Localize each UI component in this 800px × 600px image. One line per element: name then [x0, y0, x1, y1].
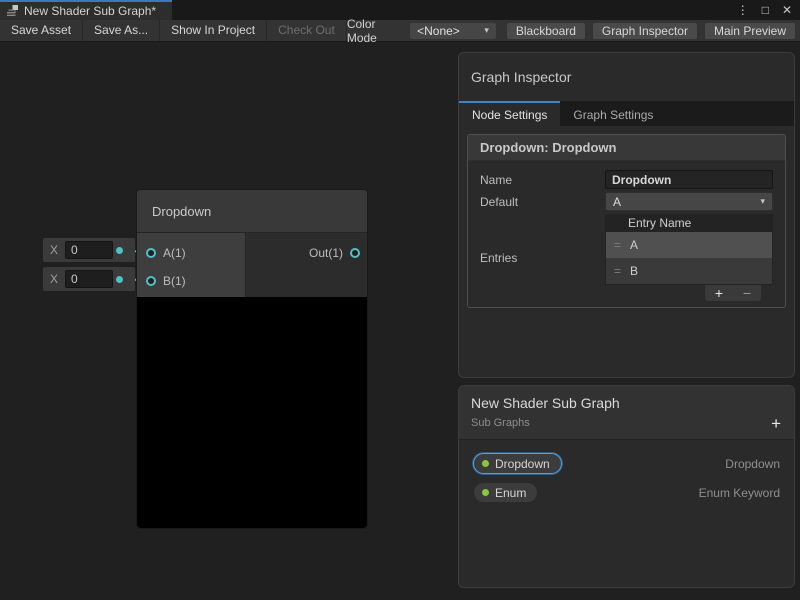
port-icon-b[interactable] [146, 276, 156, 286]
default-row: Default A ▾ [480, 192, 773, 211]
default-dropdown[interactable]: A ▾ [605, 192, 773, 211]
node-body: A(1) B(1) Out(1) [137, 233, 367, 297]
group-title: Dropdown: Dropdown [480, 140, 616, 155]
property-row-enum: Enum Enum Keyword [473, 478, 780, 507]
save-asset-button[interactable]: Save Asset [0, 20, 83, 41]
dropdown-node[interactable]: Dropdown A(1) B(1) Out(1) [137, 190, 367, 528]
entry-name-column-header: Entry Name [628, 216, 691, 230]
entry-name: B [630, 264, 638, 278]
toolbar: Save Asset Save As... Show In Project Ch… [0, 20, 800, 42]
document-tab[interactable]: New Shader Sub Graph* [0, 0, 172, 20]
main-preview-toggle-button[interactable]: Main Preview [705, 23, 795, 39]
graph-inspector-panel: Graph Inspector Node Settings Graph Sett… [458, 52, 795, 378]
tab-title: New Shader Sub Graph* [24, 4, 156, 18]
node-header[interactable]: Dropdown [137, 190, 367, 233]
entry-row-a[interactable]: = A [606, 232, 772, 258]
property-color-dot-icon [482, 489, 489, 496]
node-settings-group: Dropdown: Dropdown Name Default A ▾ [467, 134, 786, 308]
node-settings-group-body: Name Default A ▾ Entries [468, 161, 785, 307]
color-mode-label: Color Mode [347, 17, 401, 45]
axis-x-label: X [50, 272, 58, 286]
add-property-button[interactable]: + [771, 415, 781, 432]
drag-handle-icon[interactable]: = [614, 264, 621, 278]
chevron-down-icon: ▾ [760, 196, 765, 207]
property-row-dropdown: Dropdown Dropdown [473, 449, 780, 478]
entry-row-b[interactable]: = B [606, 258, 772, 284]
blackboard-rows: Dropdown Dropdown Enum Enum Keyword [459, 440, 794, 507]
property-pill-enum[interactable]: Enum [473, 482, 538, 503]
entry-name: A [630, 238, 638, 252]
input-widget-b: X [43, 267, 135, 291]
input-widget-a: X [43, 238, 135, 262]
default-value: A [613, 195, 621, 209]
node-preview [137, 297, 367, 528]
output-port-row: Out(1) [246, 239, 367, 267]
entries-list-header: Entry Name [605, 214, 773, 232]
value-field-b[interactable] [65, 270, 113, 288]
input-port-row-a: A(1) [137, 239, 245, 267]
save-as-button[interactable]: Save As... [83, 20, 160, 41]
entries-list: Entry Name = A = B [605, 214, 773, 301]
blackboard-title: New Shader Sub Graph [471, 395, 782, 411]
node-settings-group-header: Dropdown: Dropdown [468, 135, 785, 161]
property-name: Enum [495, 486, 526, 500]
name-row: Name [480, 170, 773, 189]
show-in-project-button[interactable]: Show In Project [160, 20, 267, 41]
inspector-title: Graph Inspector [471, 69, 571, 85]
blackboard-header[interactable]: New Shader Sub Graph Sub Graphs + [459, 386, 794, 440]
blackboard-toggle-button[interactable]: Blackboard [507, 23, 585, 39]
node-output-column: Out(1) [246, 233, 367, 297]
axis-x-label: X [50, 243, 58, 257]
property-pill-dropdown[interactable]: Dropdown [473, 453, 562, 474]
remove-entry-button[interactable]: − [743, 286, 751, 300]
toolbar-right-group: Color Mode <None> ▾ Blackboard Graph Ins… [347, 17, 795, 45]
check-out-button[interactable]: Check Out [267, 20, 347, 41]
connector-dot-icon[interactable] [116, 247, 123, 254]
entries-label: Entries [480, 251, 605, 265]
add-entry-button[interactable]: + [715, 286, 723, 300]
value-field-a[interactable] [65, 241, 113, 259]
blackboard-subtitle: Sub Graphs [471, 417, 782, 429]
property-type-label: Dropdown [725, 457, 780, 471]
port-label-a: A(1) [163, 246, 186, 260]
name-input[interactable] [605, 170, 773, 189]
shader-graph-icon [5, 4, 19, 18]
entries-list-body: = A = B [605, 232, 773, 285]
entries-row: Entries Entry Name = A = B [480, 214, 773, 301]
color-mode-dropdown[interactable]: <None> ▾ [410, 23, 496, 39]
property-type-label: Enum Keyword [699, 486, 780, 500]
drag-handle-icon[interactable]: = [614, 238, 621, 252]
default-label: Default [480, 195, 605, 209]
inspector-tab-strip: Node Settings Graph Settings [459, 101, 794, 126]
tab-node-settings[interactable]: Node Settings [459, 101, 560, 126]
node-input-column: A(1) B(1) [137, 233, 246, 297]
node-title: Dropdown [152, 204, 211, 219]
inspector-header[interactable]: Graph Inspector [459, 53, 794, 101]
chevron-down-icon: ▾ [484, 25, 489, 36]
port-icon-a[interactable] [146, 248, 156, 258]
property-color-dot-icon [482, 460, 489, 467]
graph-inspector-toggle-button[interactable]: Graph Inspector [593, 23, 697, 39]
connector-dot-icon[interactable] [116, 276, 123, 283]
entries-list-footer: + − [605, 285, 773, 301]
inspector-content: Dropdown: Dropdown Name Default A ▾ [459, 126, 794, 316]
property-name: Dropdown [495, 457, 550, 471]
tab-graph-settings[interactable]: Graph Settings [560, 101, 666, 126]
blackboard-panel: New Shader Sub Graph Sub Graphs + Dropdo… [458, 385, 795, 588]
name-label: Name [480, 173, 605, 187]
input-port-row-b: B(1) [137, 267, 245, 295]
port-label-out: Out(1) [309, 246, 343, 260]
color-mode-value: <None> [417, 24, 460, 38]
port-icon-out[interactable] [350, 248, 360, 258]
port-label-b: B(1) [163, 274, 186, 288]
